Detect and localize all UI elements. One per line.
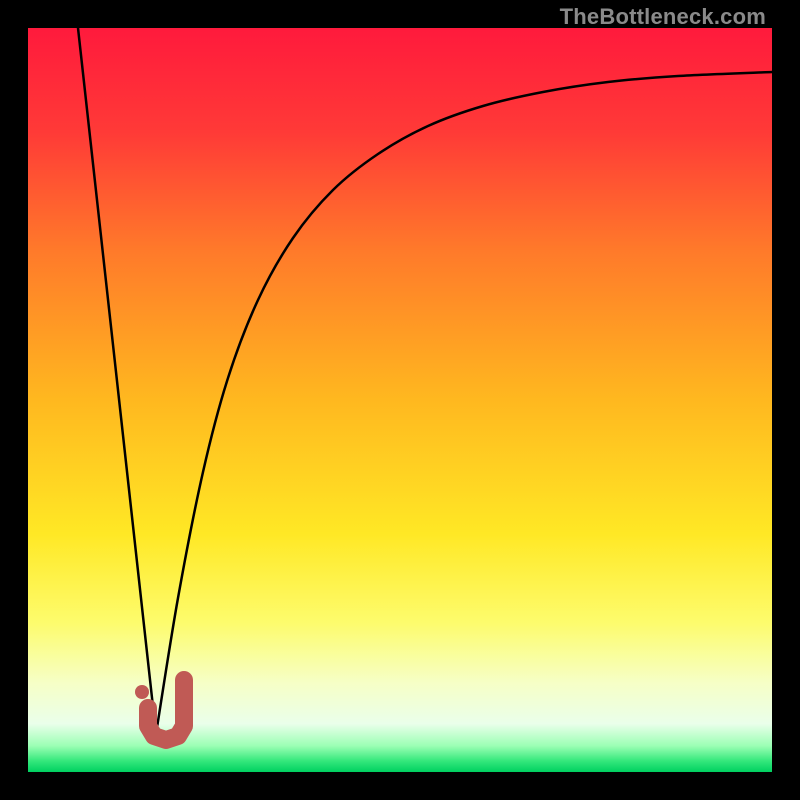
j-marker-dot — [135, 685, 149, 699]
bottleneck-curve-chart — [28, 28, 772, 772]
plot-frame — [28, 28, 772, 772]
watermark: TheBottleneck.com — [560, 4, 766, 30]
